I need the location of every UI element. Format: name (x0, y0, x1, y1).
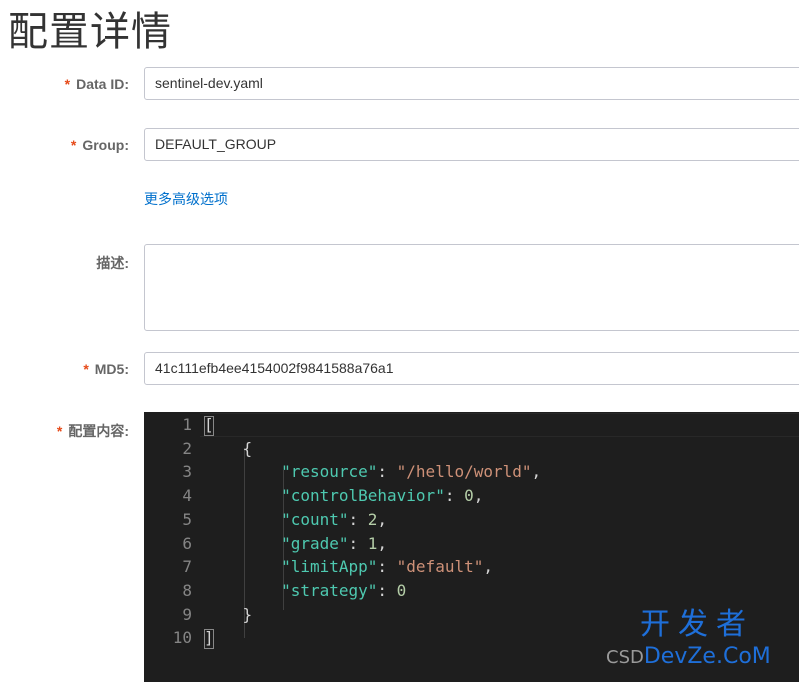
code-token: [ (204, 415, 214, 434)
code-line: 3 "resource": "/hello/world", (144, 460, 799, 484)
md5-field[interactable]: 41c111efb4ee4154002f9841588a76a1 (144, 352, 799, 385)
code-line: 8 "strategy": 0 (144, 579, 799, 603)
line-code: ] (204, 626, 214, 650)
code-token: : (377, 580, 397, 600)
code-token: , (377, 533, 388, 553)
line-number: 2 (182, 438, 192, 458)
code-line: 5 "count": 2, (144, 508, 799, 532)
code-token: , (483, 557, 493, 577)
code-token: } (204, 604, 253, 624)
description-textarea[interactable] (144, 244, 799, 331)
line-number: 1 (182, 415, 192, 434)
code-token: 0 (396, 580, 407, 600)
line-number: 3 (182, 462, 192, 482)
code-token: : (444, 486, 465, 506)
code-line: 2 { (144, 437, 799, 461)
code-token: : (348, 509, 368, 529)
content-label-text: 配置内容: (68, 423, 129, 439)
code-token: "limitApp" (281, 557, 378, 577)
code-token: : (377, 557, 397, 577)
line-number: 5 (182, 509, 192, 529)
required-marker: * (83, 361, 89, 377)
code-line: 6 "grade": 1, (144, 532, 799, 556)
line-code: "grade": 1, (204, 532, 387, 556)
line-number: 6 (182, 533, 192, 553)
code-token: "controlBehavior" (281, 486, 445, 506)
required-marker: * (64, 76, 71, 92)
content-label: * 配置内容: (0, 421, 129, 441)
required-marker: * (56, 423, 63, 439)
line-code: "resource": "/hello/world", (204, 460, 541, 484)
code-token: : (377, 462, 397, 482)
code-token: 2 (367, 509, 378, 529)
watermark-logo-cn: 开发者 (640, 607, 754, 642)
watermark-csd: CSD (606, 647, 644, 668)
md5-label: * MD5: (0, 359, 129, 379)
code-line: 4 "controlBehavior": 0, (144, 484, 799, 508)
description-label: 描述: (0, 253, 129, 273)
line-number: 8 (182, 580, 192, 600)
code-token: ] (204, 628, 214, 648)
data-id-field[interactable]: sentinel-dev.yaml (144, 67, 799, 100)
code-line: 7 "limitApp": "default", (144, 555, 799, 579)
code-token: "grade" (281, 533, 349, 553)
code-token: "strategy" (281, 580, 378, 600)
group-field[interactable]: DEFAULT_GROUP (144, 128, 799, 161)
description-label-text: 描述: (96, 255, 129, 271)
line-code: "strategy": 0 (204, 579, 406, 603)
data-id-label: * Data ID: (0, 74, 129, 94)
page-title: 配置详情 (8, 9, 172, 55)
line-code: [ (204, 413, 214, 437)
code-token: 0 (464, 486, 474, 506)
code-token: "/hello/world" (396, 462, 532, 482)
line-code: "count": 2, (204, 508, 387, 532)
line-code: "controlBehavior": 0, (204, 484, 483, 508)
line-code: } (204, 603, 253, 627)
line-code: { (204, 437, 253, 461)
line-number: 9 (182, 604, 192, 624)
code-token: "count" (281, 509, 349, 529)
code-token: , (473, 486, 484, 506)
md5-label-text: MD5: (94, 361, 129, 377)
code-token: "resource" (281, 462, 378, 482)
line-number: 7 (182, 557, 192, 577)
code-token: 1 (367, 533, 378, 553)
line-number: 10 (172, 628, 192, 648)
group-label: * Group: (0, 135, 129, 155)
code-token: , (377, 509, 388, 529)
required-marker: * (70, 137, 77, 153)
code-token: : (348, 533, 368, 553)
watermark-brand: DevZe.CoM (643, 644, 771, 669)
code-token: "default" (396, 557, 484, 577)
line-number: 4 (182, 486, 192, 506)
data-id-label-text: Data ID: (76, 76, 129, 92)
watermark-logo-en: CSDDevZe.CoM (606, 644, 771, 671)
line-code: "limitApp": "default", (204, 555, 493, 579)
code-token: { (204, 438, 253, 458)
group-label-text: Group: (82, 137, 129, 153)
code-line: 1[ (144, 413, 799, 437)
advanced-options-link[interactable]: 更多高级选项 (144, 190, 228, 210)
code-token: , (531, 462, 542, 482)
